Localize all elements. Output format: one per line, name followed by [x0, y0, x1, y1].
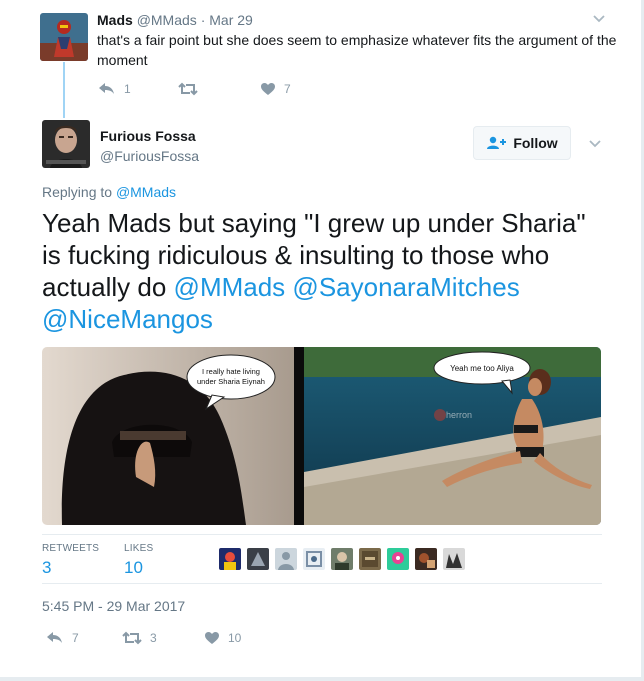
author-handle[interactable]: @MMads	[137, 12, 197, 28]
thread-line	[63, 62, 65, 118]
separator: ·	[200, 12, 206, 28]
avatar[interactable]	[359, 548, 381, 570]
follow-button[interactable]: Follow	[473, 126, 571, 160]
reply-button[interactable]: 7	[46, 631, 79, 645]
chevron-down-icon[interactable]	[592, 12, 606, 26]
tweet-text: Yeah Mads but saying "I grew up under Sh…	[42, 207, 602, 335]
retweets-label[interactable]: RETWEETS	[42, 543, 99, 554]
like-button[interactable]: 7	[260, 82, 291, 96]
tweet-header: Mads @MMads · Mar 29	[97, 12, 253, 28]
tweet-text: that's a fair point but she does seem to…	[97, 32, 617, 68]
tweet-timestamp[interactable]: 5:45 PM - 29 Mar 2017	[42, 598, 185, 614]
avatar[interactable]	[275, 548, 297, 570]
divider	[42, 583, 602, 584]
tweet-media-image[interactable]: I really hate living under Sharia Eiynah…	[42, 347, 601, 525]
mention-link[interactable]: @MMads	[116, 184, 176, 200]
reply-button[interactable]: 1	[98, 82, 131, 96]
timeline-border-bottom	[0, 677, 644, 681]
like-count: 10	[228, 631, 242, 645]
author-name[interactable]: Furious Fossa	[100, 128, 196, 144]
heart-icon	[205, 632, 219, 644]
chevron-down-icon[interactable]	[588, 137, 602, 151]
heart-icon	[261, 83, 275, 95]
like-count: 7	[284, 82, 291, 96]
likes-count[interactable]: 10	[124, 558, 143, 578]
replying-to: Replying to @MMads	[42, 184, 176, 200]
retweet-button[interactable]	[178, 82, 206, 96]
author-name[interactable]: Mads	[97, 12, 133, 28]
likes-label[interactable]: LIKES	[124, 543, 153, 554]
follow-label: Follow	[513, 135, 558, 151]
avatar[interactable]	[443, 548, 465, 570]
avatar[interactable]	[387, 548, 409, 570]
avatar[interactable]	[415, 548, 437, 570]
avatar[interactable]	[303, 548, 325, 570]
avatar[interactable]	[42, 120, 90, 168]
reply-count: 1	[124, 82, 131, 96]
retweet-icon	[122, 631, 142, 645]
retweet-icon	[178, 82, 198, 96]
avatar[interactable]	[331, 548, 353, 570]
avatar[interactable]	[247, 548, 269, 570]
retweets-count[interactable]: 3	[42, 558, 51, 578]
bubble-text-line-2: under Sharia Eiynah	[197, 377, 265, 386]
add-user-icon	[487, 136, 507, 149]
parent-tweet[interactable]: Mads @MMads · Mar 29 that's a fair point…	[0, 0, 640, 118]
reply-icon	[47, 632, 62, 643]
bubble-text: Yeah me too Aliya	[450, 364, 514, 373]
like-button[interactable]: 10	[204, 631, 241, 645]
reply-count: 7	[72, 631, 79, 645]
avatar[interactable]	[219, 548, 241, 570]
mention-link[interactable]: @MMads	[174, 272, 286, 302]
tweet-date[interactable]: Mar 29	[209, 12, 253, 28]
liker-avatars	[219, 548, 471, 570]
bubble-text-line-1: I really hate living	[202, 367, 260, 376]
author-handle[interactable]: @FuriousFossa	[100, 148, 199, 164]
reply-icon	[99, 83, 114, 94]
replying-prefix: Replying to	[42, 184, 113, 200]
mention-link[interactable]: @SayonaraMitches	[292, 272, 519, 302]
retweet-button[interactable]: 3	[122, 631, 157, 645]
retweet-count: 3	[150, 631, 157, 645]
watermark: herron	[446, 410, 472, 420]
avatar[interactable]	[40, 13, 88, 61]
divider	[42, 534, 602, 535]
mention-link[interactable]: @NiceMangos	[42, 304, 213, 334]
